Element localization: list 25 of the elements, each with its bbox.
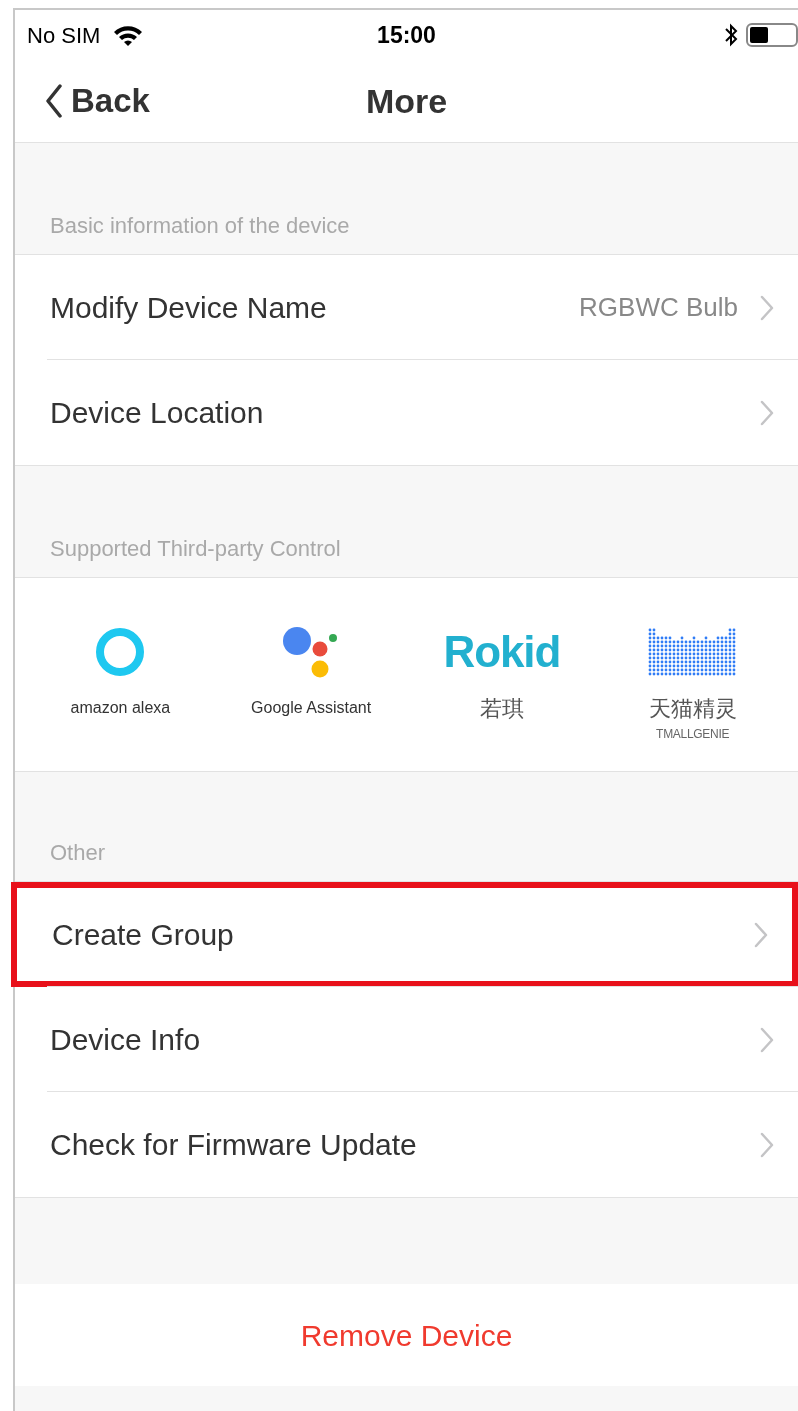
battery-icon: [746, 23, 798, 47]
partner-sublabel: TMALLGENIE: [656, 726, 730, 743]
partner-label: 若琪: [479, 695, 524, 723]
chevron-icon: [760, 399, 774, 426]
rokid-wordmark: Rokid: [443, 630, 561, 674]
dot-matrix-logo-icon: [647, 626, 738, 678]
remove-device-button[interactable]: Remove Device: [15, 1284, 798, 1386]
chevron-icon: [754, 921, 768, 948]
bluetooth-icon: [724, 23, 738, 47]
partner-label: amazon alexa: [70, 698, 171, 718]
partner-label: Google Assistant: [251, 698, 372, 718]
back-chevron-icon: [45, 84, 63, 118]
section-header: Basic information of the device: [50, 212, 350, 240]
section-header: Other: [50, 839, 106, 867]
partner-label: 天猫精灵: [648, 695, 737, 723]
chevron-icon: [760, 1026, 774, 1053]
page-title: More: [365, 80, 448, 122]
ring-logo-icon: [94, 626, 147, 678]
section-header: Supported Third-party Control: [50, 535, 341, 563]
chevron-icon: [760, 1131, 774, 1158]
clock-time: 15:00: [377, 20, 436, 50]
chevron-icon: [760, 294, 774, 321]
wifi-icon: [112, 24, 145, 46]
back-button[interactable]: Back: [45, 76, 150, 126]
carrier-label: No SIM: [27, 21, 101, 50]
